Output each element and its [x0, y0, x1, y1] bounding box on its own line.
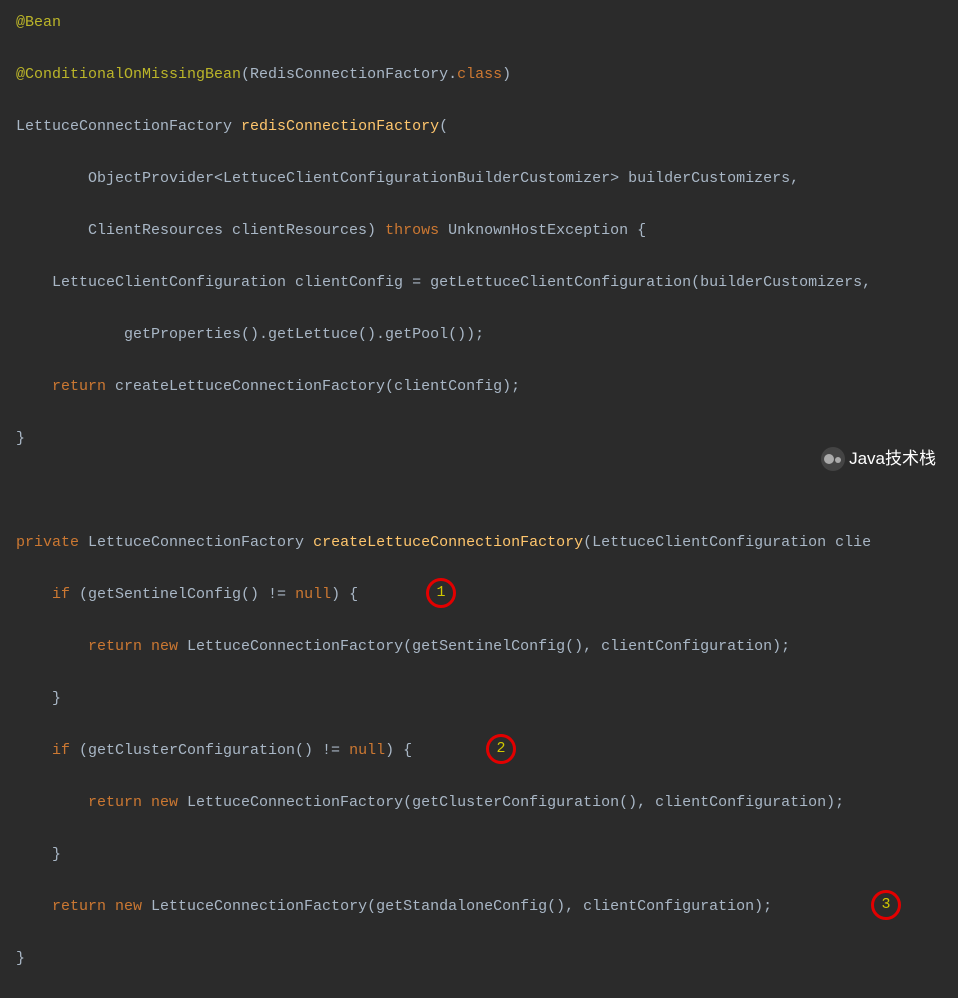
annotation: @Bean — [16, 14, 61, 31]
code-line: return new LettuceConnectionFactory(getS… — [16, 634, 958, 660]
code-line — [16, 478, 958, 504]
annotation: @ConditionalOnMissingBean — [16, 66, 241, 83]
annotation-badge-1: 1 — [426, 578, 456, 608]
code-line: private LettuceConnectionFactory createL… — [16, 530, 958, 556]
code-line: @Bean — [16, 10, 958, 36]
annotation-badge-2: 2 — [486, 734, 516, 764]
annotation-badge-3: 3 — [871, 890, 901, 920]
code-line: LettuceClientConfiguration clientConfig … — [16, 270, 958, 296]
code-line: return createLettuceConnectionFactory(cl… — [16, 374, 958, 400]
watermark-text: Java技术栈 — [849, 446, 936, 472]
method-name: createLettuceConnectionFactory — [313, 534, 583, 551]
code-line: ClientResources clientResources) throws … — [16, 218, 958, 244]
code-line: if (getSentinelConfig() != null) {1 — [16, 582, 958, 608]
code-line: LettuceConnectionFactory redisConnection… — [16, 114, 958, 140]
code-line: return new LettuceConnectionFactory(getC… — [16, 790, 958, 816]
code-line: @ConditionalOnMissingBean(RedisConnectio… — [16, 62, 958, 88]
code-line: if (getClusterConfiguration() != null) {… — [16, 738, 958, 764]
code-line: getProperties().getLettuce().getPool()); — [16, 322, 958, 348]
method-name: redisConnectionFactory — [241, 118, 439, 135]
code-line: } — [16, 686, 958, 712]
watermark: Java技术栈 — [821, 446, 936, 472]
code-line: } — [16, 842, 958, 868]
code-line: } — [16, 946, 958, 972]
code-line: return new LettuceConnectionFactory(getS… — [16, 894, 958, 920]
wechat-icon — [821, 447, 845, 471]
code-line: } — [16, 426, 958, 452]
code-line: ObjectProvider<LettuceClientConfiguratio… — [16, 166, 958, 192]
code-editor[interactable]: @Bean @ConditionalOnMissingBean(RedisCon… — [16, 10, 958, 998]
